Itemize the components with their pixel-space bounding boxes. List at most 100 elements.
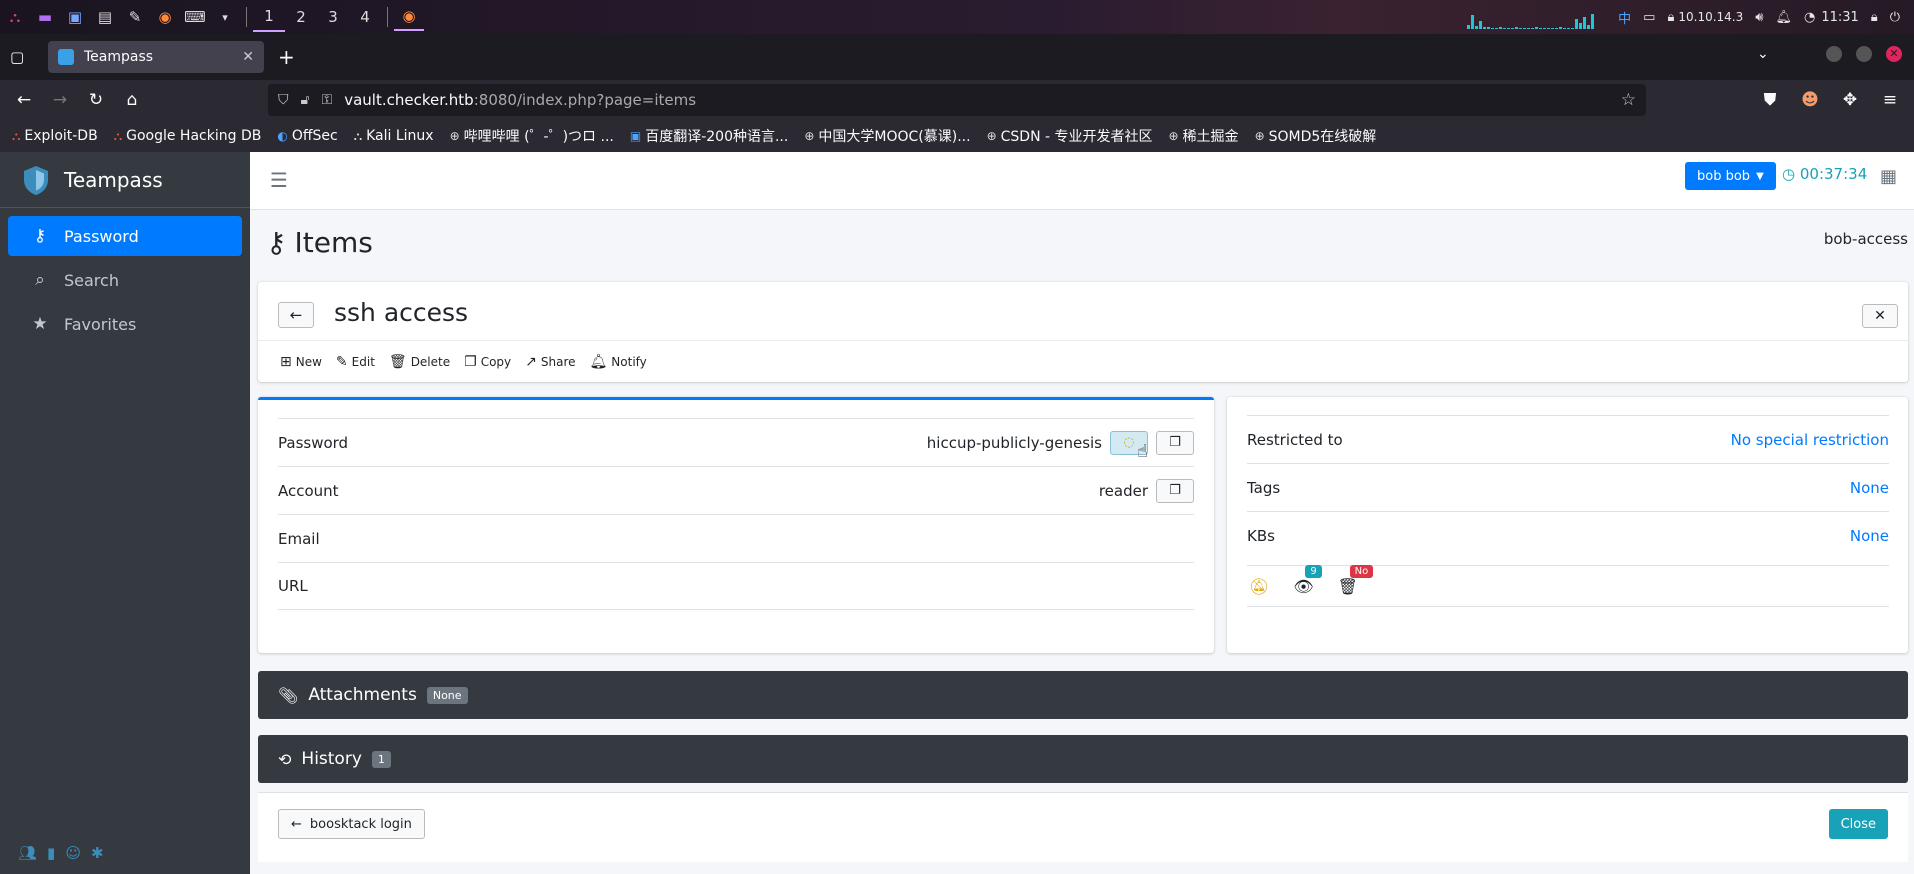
workspace-1[interactable]: 1 (253, 2, 285, 32)
files-launcher-icon[interactable]: ▤ (90, 3, 120, 31)
brand-link[interactable]: Teampass (0, 152, 250, 208)
sidebar-item-favorites[interactable]: ★ Favorites (8, 304, 242, 344)
permissions-key-icon[interactable]: ⚿ (322, 92, 333, 108)
shield-icon[interactable]: ⛉ (278, 92, 289, 108)
ime-indicator[interactable]: 中 (1618, 8, 1631, 27)
maximize-window-button[interactable] (1856, 46, 1872, 62)
close-window-button[interactable]: ✕ (1886, 46, 1902, 62)
previous-item-button[interactable]: ← boosktack login (278, 809, 425, 839)
attachments-panel[interactable]: 📎︎ Attachments None (258, 671, 1908, 719)
views-icon: 👁︎ 9 (1293, 564, 1322, 596)
share-button[interactable]: ↗ Share (525, 354, 575, 370)
cpu-graph-bar (1551, 28, 1555, 29)
account-label: Account (278, 481, 339, 500)
home-icon[interactable]: ⌂ (114, 84, 150, 116)
new-tab-icon[interactable]: + (278, 45, 295, 69)
copy-button[interactable]: ❐ Copy (464, 354, 511, 370)
volume-icon[interactable]: 🔊︎ (1755, 10, 1763, 25)
tab-overview-icon[interactable]: ▢ (10, 48, 24, 66)
lock-screen-icon[interactable]: 🔒︎ (1871, 10, 1878, 25)
reload-icon[interactable]: ↻ (78, 84, 114, 116)
copy-account-button[interactable]: ❐ (1156, 478, 1194, 503)
terminal-icon[interactable]: ⌨ (180, 3, 210, 31)
menu-hamburger-icon[interactable]: ≡ (1872, 84, 1908, 116)
delete-button[interactable]: 🗑︎ Delete (389, 354, 450, 370)
teampass-logo-icon (24, 165, 48, 195)
close-item-button[interactable]: ✕ (1862, 304, 1898, 328)
new-button[interactable]: ⊞ New (280, 354, 322, 370)
desktop-launcher-icon[interactable]: ▣ (60, 3, 90, 31)
bookmark-juejin[interactable]: ⊕ 稀土掘金 (1169, 126, 1239, 146)
power-icon[interactable]: ⏻ (1890, 10, 1900, 25)
sidebar-toggle-icon[interactable]: ☰ (270, 168, 288, 192)
bookmark-csdn[interactable]: ⊕ CSDN - 专业开发者社区 (987, 126, 1153, 146)
workspace-3[interactable]: 3 (317, 2, 349, 32)
book-icon[interactable]: ▮ (47, 844, 55, 862)
notify-button[interactable]: 🔔︎ Notify (590, 354, 647, 370)
bell-icon[interactable]: 🔔︎ (1775, 10, 1792, 25)
close-tab-icon[interactable]: ✕ (242, 49, 254, 65)
bookmark-star-icon[interactable]: ☆ (1621, 90, 1636, 110)
back-button[interactable]: ← (278, 302, 314, 328)
restricted-row: Restricted to No special restriction (1247, 415, 1889, 463)
back-arrow-icon[interactable]: ← (6, 84, 42, 116)
bookmark-somd5[interactable]: ⊕ SOMD5在线破解 (1255, 126, 1377, 146)
bug-icon[interactable]: ✱ (91, 844, 104, 862)
previous-item-label: boosktack login (309, 816, 412, 832)
bookmark-bilibili[interactable]: ⊕ 哔哩哔哩 (゜-゜)つロ ... (450, 126, 614, 146)
sidebar-item-search[interactable]: ⌕ Search (8, 260, 242, 300)
firefox-launcher-icon[interactable]: ◉ (150, 3, 180, 31)
user-menu-button[interactable]: bob bob ▼ (1685, 162, 1776, 190)
workspace-2[interactable]: 2 (285, 2, 317, 32)
extensions-puzzle-icon[interactable]: ✥ (1832, 84, 1868, 116)
sidebar-footer-links: 👥︎ ▮ ☺ ✱ (18, 844, 104, 862)
workspace-4[interactable]: 4 (349, 2, 381, 32)
toolbar-extensions: ⛊ ☻ ✥ ≡ (1752, 84, 1908, 116)
item-toolbar: ⊞ New ✎ Edit 🗑︎ Delete ❐ Copy ↗ Share 🔔︎ Notif… (258, 340, 1908, 382)
extension-avatar-icon[interactable]: ☻ (1792, 84, 1828, 116)
cpu-graph-bar (1479, 21, 1483, 29)
globe-icon: ⊕ (804, 129, 815, 143)
divider (246, 7, 247, 27)
sidebar-item-password[interactable]: ⚷ Password (8, 216, 242, 256)
share-icon: ↗ (525, 353, 537, 370)
editor-launcher-icon[interactable]: ✎ (120, 3, 150, 31)
bookmark-mooc[interactable]: ⊕ 中国大学MOOC(慕课)... (804, 126, 970, 146)
copy-password-button[interactable]: ❐ (1156, 430, 1194, 455)
cpu-graph-bar (1523, 28, 1527, 29)
apps-grid-icon[interactable]: ▦ (1880, 166, 1897, 187)
notify-label: Notify (611, 354, 647, 369)
browser-tab-teampass[interactable]: Teampass ✕ (48, 41, 264, 73)
copy-label: Copy (480, 354, 512, 369)
bookmark-google-hacking-db[interactable]: ⛬ Google Hacking DB (114, 128, 262, 144)
forward-arrow-icon[interactable]: → (42, 84, 78, 116)
url-bar[interactable]: ⛉ 🔓︎ ⚿ vault.checker.htb :8080/index.php… (268, 84, 1646, 116)
pocket-icon[interactable]: ⛊ (1752, 84, 1788, 116)
history-panel[interactable]: ⟲ History 1 (258, 735, 1908, 783)
minimize-window-button[interactable] (1826, 46, 1842, 62)
session-timer[interactable]: ◷ 00:37:34 (1782, 165, 1867, 183)
bookmark-kali-linux[interactable]: ⛬ Kali Linux (354, 128, 434, 144)
edit-button[interactable]: ✎ Edit (336, 354, 375, 370)
bookmark-exploit-db[interactable]: ⛬ Exploit-DB (12, 128, 98, 144)
history-badge: 1 (371, 750, 391, 768)
robot-icon[interactable]: ☺ (65, 844, 81, 862)
terminal-launcher-icon[interactable]: ▬ (30, 3, 60, 31)
copy-icon: ❐ (464, 353, 477, 370)
password-value[interactable]: hiccup-publicly-genesis (927, 434, 1102, 452)
display-icon[interactable]: ▭ (1643, 10, 1655, 25)
bookmark-label: SOMD5在线破解 (1268, 129, 1377, 145)
bookmark-offsec[interactable]: ◐ OffSec (277, 128, 337, 144)
close-button[interactable]: Close (1828, 809, 1888, 839)
list-tabs-chevron-icon[interactable]: ⌄ (1757, 46, 1769, 62)
bookmark-baidu-translate[interactable]: ▣ 百度翻译-200种语言... (630, 126, 788, 146)
firefox-task-icon[interactable]: ◉ (394, 3, 424, 31)
notification-off-icon[interactable]: 🔕︎ (1249, 577, 1269, 596)
users-icon[interactable]: 👥︎ (18, 844, 37, 862)
tags-row: Tags None (1247, 463, 1889, 511)
insecure-lock-icon[interactable]: 🔓︎ (301, 92, 310, 108)
kali-menu-icon[interactable]: ⛬ (0, 3, 30, 31)
network-lock-icon[interactable]: 🔒︎ (1667, 10, 1674, 25)
account-value[interactable]: reader (1099, 482, 1148, 500)
chevron-down-icon[interactable]: ▾ (210, 3, 240, 31)
